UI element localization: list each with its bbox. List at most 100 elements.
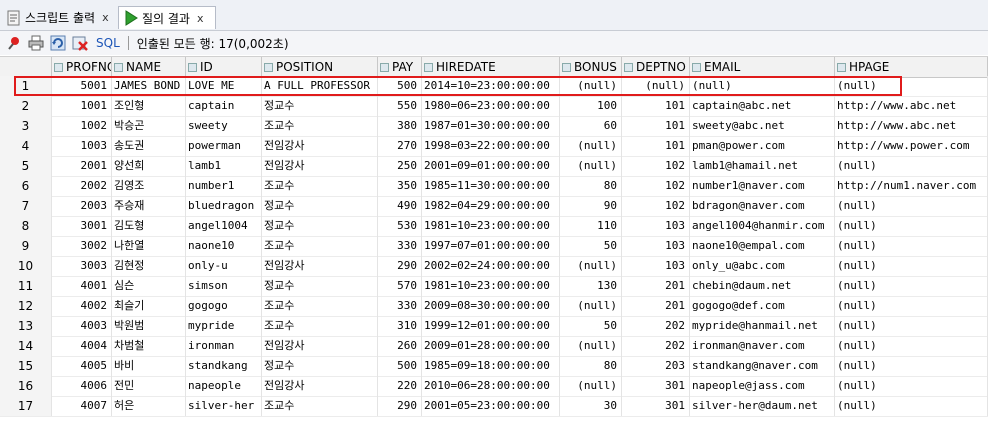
cell-hiredate[interactable]: 2001=09=01:00:00:00 — [422, 156, 560, 176]
cell-bonus[interactable]: 130 — [560, 276, 622, 296]
cell-hiredate[interactable]: 2014=10=23:00:00:00 — [422, 76, 560, 96]
cell-hpage[interactable]: (null) — [835, 396, 988, 416]
cell-bonus[interactable]: 80 — [560, 176, 622, 196]
cell-name[interactable]: 전민 — [112, 376, 186, 396]
cell-deptno[interactable]: 102 — [622, 196, 690, 216]
pin-icon[interactable] — [6, 35, 22, 51]
column-header-position[interactable]: POSITION — [262, 57, 378, 77]
column-header-hpage[interactable]: HPAGE — [835, 57, 988, 77]
cell-deptno[interactable]: 103 — [622, 236, 690, 256]
cell-position[interactable]: 정교수 — [262, 276, 378, 296]
cell-hiredate[interactable]: 1985=11=30:00:00:00 — [422, 176, 560, 196]
cell-bonus[interactable]: 30 — [560, 396, 622, 416]
cell-deptno[interactable]: 202 — [622, 316, 690, 336]
cell-bonus[interactable]: (null) — [560, 256, 622, 276]
cell-id[interactable]: naone10 — [186, 236, 262, 256]
cell-position[interactable]: 조교수 — [262, 176, 378, 196]
tab-query-result[interactable]: 질의 결과 x — [118, 6, 216, 29]
cell-id[interactable]: ironman — [186, 336, 262, 356]
cell-name[interactable]: 허은 — [112, 396, 186, 416]
sql-button[interactable]: SQL — [96, 36, 120, 50]
cell-email[interactable]: pman@power.com — [690, 136, 835, 156]
cell-email[interactable]: bdragon@naver.com — [690, 196, 835, 216]
cell-hiredate[interactable]: 2009=01=28:00:00:00 — [422, 336, 560, 356]
cell-bonus[interactable]: 50 — [560, 316, 622, 336]
column-header-profno[interactable]: PROFNO — [52, 57, 112, 77]
cell-id[interactable]: mypride — [186, 316, 262, 336]
cell-pay[interactable]: 570 — [378, 276, 422, 296]
cell-name[interactable]: 박원범 — [112, 316, 186, 336]
cell-position[interactable]: 전임강사 — [262, 136, 378, 156]
print-icon[interactable] — [28, 35, 44, 51]
cell-bonus[interactable]: (null) — [560, 296, 622, 316]
cell-profno[interactable]: 1001 — [52, 96, 112, 116]
cell-id[interactable]: powerman — [186, 136, 262, 156]
cell-email[interactable]: sweety@abc.net — [690, 116, 835, 136]
cell-email[interactable]: captain@abc.net — [690, 96, 835, 116]
cell-hiredate[interactable]: 2010=06=28:00:00:00 — [422, 376, 560, 396]
cell-position[interactable]: 전임강사 — [262, 336, 378, 356]
cell-profno[interactable]: 4005 — [52, 356, 112, 376]
column-header-deptno[interactable]: DEPTNO — [622, 57, 690, 77]
cell-bonus[interactable]: 60 — [560, 116, 622, 136]
cell-bonus[interactable]: 80 — [560, 356, 622, 376]
cell-deptno[interactable]: 301 — [622, 396, 690, 416]
cell-bonus[interactable]: (null) — [560, 136, 622, 156]
table-row[interactable]: 7 2003 주승재 bluedragon 정교수 490 1982=04=29:00:00… — [0, 196, 988, 217]
cell-bonus[interactable]: (null) — [560, 376, 622, 396]
cell-pay[interactable]: 250 — [378, 156, 422, 176]
cell-email[interactable]: gogogo@def.com — [690, 296, 835, 316]
table-row[interactable]: 16 4006 전민 napeople 전임강사 220 2010=06=28:00:00:… — [0, 376, 988, 397]
cell-deptno[interactable]: 203 — [622, 356, 690, 376]
cell-pay[interactable]: 350 — [378, 176, 422, 196]
cell-profno[interactable]: 1003 — [52, 136, 112, 156]
cell-name[interactable]: 차범철 — [112, 336, 186, 356]
cell-bonus[interactable]: (null) — [560, 156, 622, 176]
cell-hpage[interactable]: http://num1.naver.com — [835, 176, 988, 196]
table-row[interactable]: 6 2002 김영조 number1 조교수 350 1985=11=30:00:00:00… — [0, 176, 988, 197]
cell-profno[interactable]: 4007 — [52, 396, 112, 416]
cell-name[interactable]: 송도권 — [112, 136, 186, 156]
cell-profno[interactable]: 2002 — [52, 176, 112, 196]
cell-hpage[interactable]: http://www.abc.net — [835, 116, 988, 136]
cell-hiredate[interactable]: 1997=07=01:00:00:00 — [422, 236, 560, 256]
cell-email[interactable]: only_u@abc.com — [690, 256, 835, 276]
cell-position[interactable]: 조교수 — [262, 296, 378, 316]
cell-name[interactable]: 주승재 — [112, 196, 186, 216]
cell-id[interactable]: only-u — [186, 256, 262, 276]
cell-deptno[interactable]: 101 — [622, 96, 690, 116]
column-header-name[interactable]: NAME — [112, 57, 186, 77]
cell-email[interactable]: standkang@naver.com — [690, 356, 835, 376]
cell-position[interactable]: 정교수 — [262, 96, 378, 116]
cell-id[interactable]: napeople — [186, 376, 262, 396]
cell-hiredate[interactable]: 1981=10=23:00:00:00 — [422, 216, 560, 236]
cell-id[interactable]: number1 — [186, 176, 262, 196]
cell-profno[interactable]: 4001 — [52, 276, 112, 296]
cell-profno[interactable]: 2001 — [52, 156, 112, 176]
cell-bonus[interactable]: (null) — [560, 76, 622, 96]
cell-hiredate[interactable]: 1999=12=01:00:00:00 — [422, 316, 560, 336]
cell-hpage[interactable]: (null) — [835, 376, 988, 396]
cell-profno[interactable]: 4006 — [52, 376, 112, 396]
cell-profno[interactable]: 3003 — [52, 256, 112, 276]
cell-profno[interactable]: 5001 — [52, 76, 112, 96]
cell-position[interactable]: 정교수 — [262, 356, 378, 376]
cell-position[interactable]: 조교수 — [262, 316, 378, 336]
table-row[interactable]: 2 1001 조인형 captain 정교수 550 1980=06=23:00:00:00… — [0, 96, 988, 117]
column-header-email[interactable]: EMAIL — [690, 57, 835, 77]
cell-deptno[interactable]: 101 — [622, 136, 690, 156]
cell-hpage[interactable]: http://www.abc.net — [835, 96, 988, 116]
cell-pay[interactable]: 330 — [378, 236, 422, 256]
cell-bonus[interactable]: 50 — [560, 236, 622, 256]
cell-pay[interactable]: 490 — [378, 196, 422, 216]
cell-name[interactable]: 양선희 — [112, 156, 186, 176]
table-row[interactable]: 12 4002 최슬기 gogogo 조교수 330 2009=08=30:00:00:00… — [0, 296, 988, 317]
cell-hpage[interactable]: (null) — [835, 316, 988, 336]
cell-name[interactable]: 심슨 — [112, 276, 186, 296]
cell-position[interactable]: A FULL PROFESSOR — [262, 76, 378, 96]
cell-name[interactable]: 김도형 — [112, 216, 186, 236]
cell-id[interactable]: silver-her — [186, 396, 262, 416]
cell-email[interactable]: naone10@empal.com — [690, 236, 835, 256]
cell-deptno[interactable]: 103 — [622, 256, 690, 276]
cell-hpage[interactable]: (null) — [835, 76, 988, 96]
